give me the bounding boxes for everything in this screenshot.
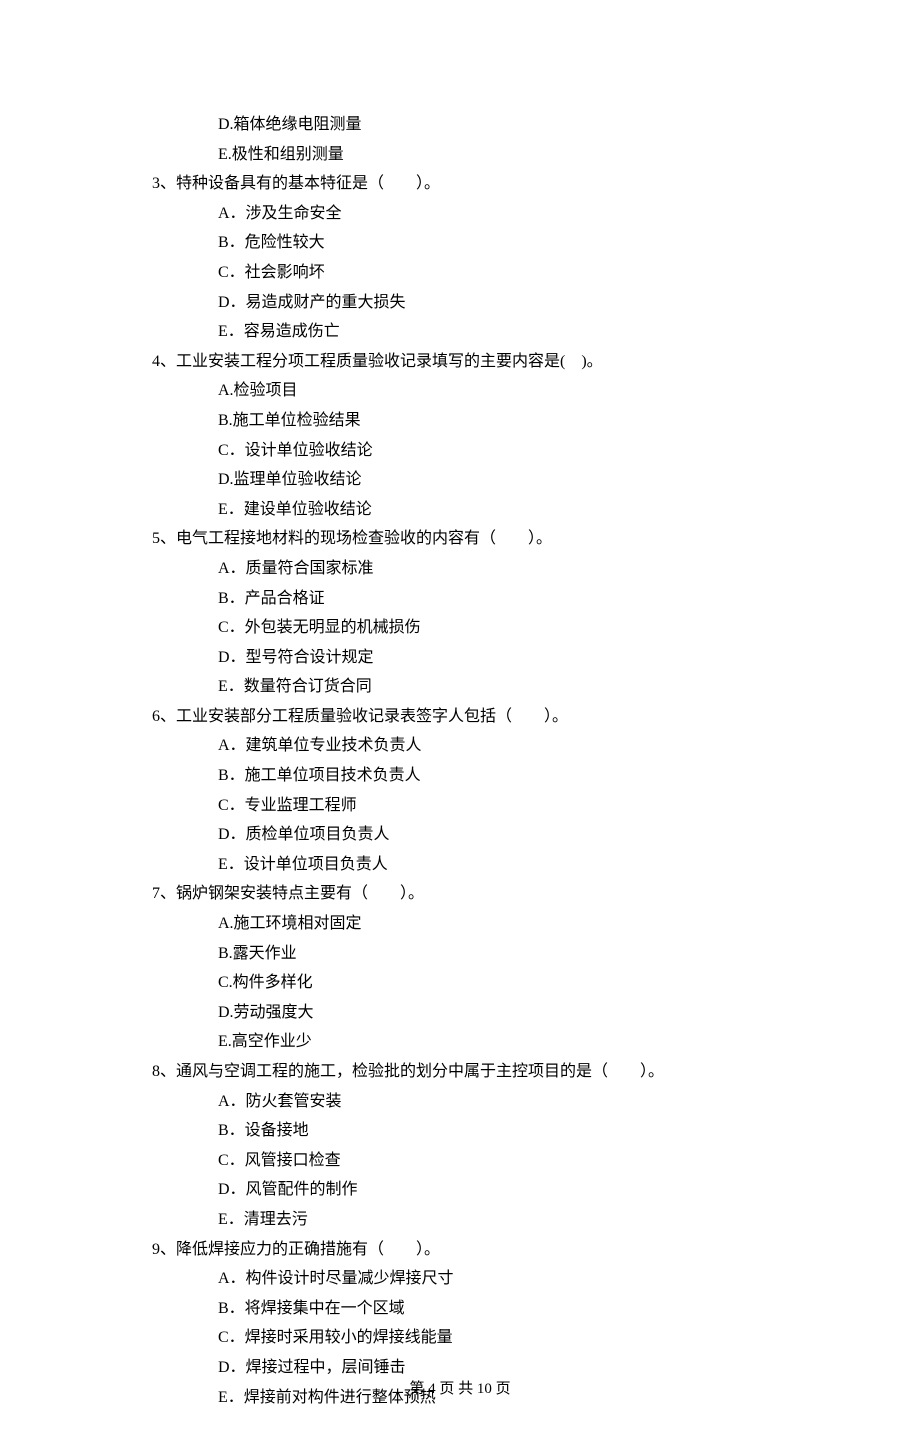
question-text: 5、电气工程接地材料的现场检查验收的内容有（ ）。 [152,524,768,554]
question-3: 3、特种设备具有的基本特征是（ ）。 A．涉及生命安全 B．危险性较大 C．社会… [152,169,768,347]
option-item: C．专业监理工程师 [152,791,768,821]
option-item: B．危险性较大 [152,228,768,258]
option-item: E.高空作业少 [152,1027,768,1057]
question-8: 8、通风与空调工程的施工，检验批的划分中属于主控项目的是（ ）。 A．防火套管安… [152,1057,768,1235]
option-item: C．风管接口检查 [152,1146,768,1176]
question-4: 4、工业安装工程分项工程质量验收记录填写的主要内容是( )。 A.检验项目 B.… [152,347,768,525]
option-item: D.箱体绝缘电阻测量 [152,110,768,140]
question-text: 9、降低焊接应力的正确措施有（ ）。 [152,1235,768,1265]
option-item: A．质量符合国家标准 [152,554,768,584]
option-item: B．设备接地 [152,1116,768,1146]
option-item: C.构件多样化 [152,968,768,998]
option-item: E．数量符合订货合同 [152,672,768,702]
option-item: A．构件设计时尽量减少焊接尺寸 [152,1264,768,1294]
option-item: B.露天作业 [152,939,768,969]
option-item: E．建设单位验收结论 [152,495,768,525]
option-item: D．易造成财产的重大损失 [152,288,768,318]
option-item: E.极性和组别测量 [152,140,768,170]
option-item: B．施工单位项目技术负责人 [152,761,768,791]
option-item: C．焊接时采用较小的焊接线能量 [152,1323,768,1353]
question-6: 6、工业安装部分工程质量验收记录表签字人包括（ ）。 A．建筑单位专业技术负责人… [152,702,768,880]
option-item: D．型号符合设计规定 [152,643,768,673]
option-item: A．防火套管安装 [152,1087,768,1117]
option-item: D．风管配件的制作 [152,1175,768,1205]
option-item: B．将焊接集中在一个区域 [152,1294,768,1324]
page-footer: 第 4 页 共 10 页 [0,1376,920,1404]
question-7: 7、锅炉钢架安装特点主要有（ ）。 A.施工环境相对固定 B.露天作业 C.构件… [152,879,768,1057]
option-item: D.监理单位验收结论 [152,465,768,495]
question-5: 5、电气工程接地材料的现场检查验收的内容有（ ）。 A．质量符合国家标准 B．产… [152,524,768,702]
question-text: 4、工业安装工程分项工程质量验收记录填写的主要内容是( )。 [152,347,768,377]
question-text: 7、锅炉钢架安装特点主要有（ ）。 [152,879,768,909]
option-item: A．建筑单位专业技术负责人 [152,731,768,761]
option-item: E．清理去污 [152,1205,768,1235]
question-text: 6、工业安装部分工程质量验收记录表签字人包括（ ）。 [152,702,768,732]
question-text: 3、特种设备具有的基本特征是（ ）。 [152,169,768,199]
option-item: E．容易造成伤亡 [152,317,768,347]
option-item: A．涉及生命安全 [152,199,768,229]
option-item: A.施工环境相对固定 [152,909,768,939]
option-item: B.施工单位检验结果 [152,406,768,436]
document-content: D.箱体绝缘电阻测量 E.极性和组别测量 3、特种设备具有的基本特征是（ ）。 … [152,110,768,1412]
option-item: E．设计单位项目负责人 [152,850,768,880]
option-item: C．设计单位验收结论 [152,436,768,466]
option-item: A.检验项目 [152,376,768,406]
option-item: C．外包装无明显的机械损伤 [152,613,768,643]
question-text: 8、通风与空调工程的施工，检验批的划分中属于主控项目的是（ ）。 [152,1057,768,1087]
option-item: B．产品合格证 [152,584,768,614]
option-item: D.劳动强度大 [152,998,768,1028]
option-item: C．社会影响坏 [152,258,768,288]
option-item: D．质检单位项目负责人 [152,820,768,850]
